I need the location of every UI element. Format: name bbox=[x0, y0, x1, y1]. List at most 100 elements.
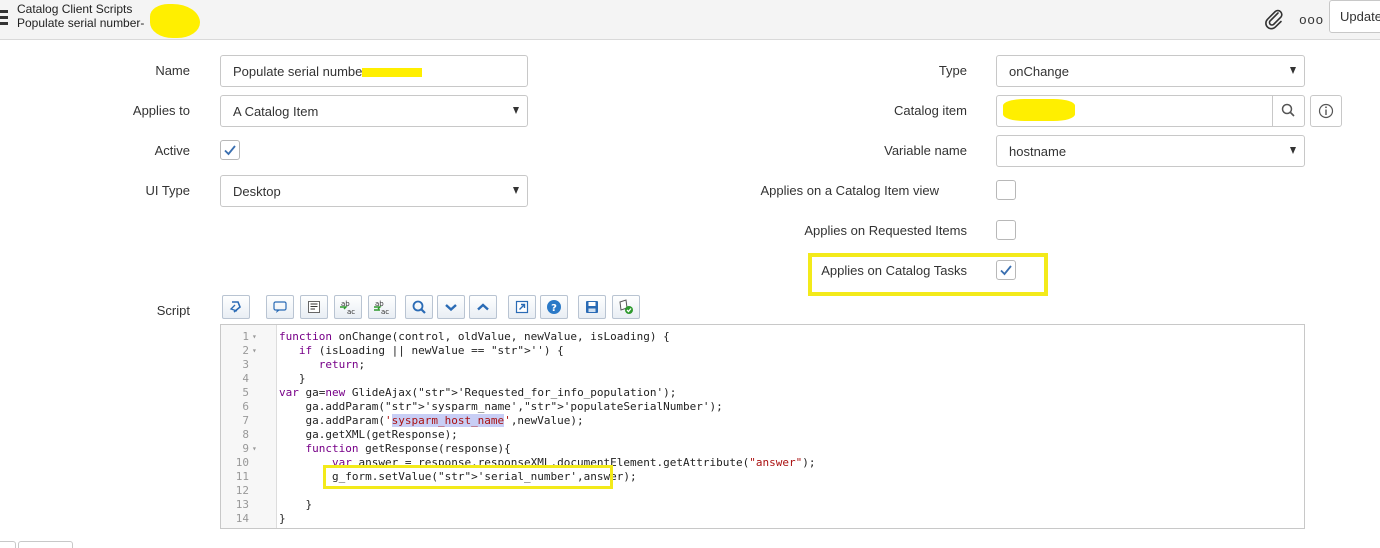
bottom-button-left[interactable] bbox=[0, 541, 16, 548]
toolbar-replace-button[interactable]: ab ac bbox=[334, 295, 362, 319]
variable-name-select[interactable]: hostname bbox=[996, 135, 1305, 167]
code-line: 5 var ga=new GlideAjax("str">'Requested_f… bbox=[221, 386, 1304, 400]
line-number: 11 bbox=[235, 470, 249, 483]
search-icon bbox=[412, 300, 426, 314]
code-text: var ga=new GlideAjax("str">'Requested_fo… bbox=[279, 386, 677, 399]
toolbar-save-button[interactable] bbox=[578, 295, 606, 319]
line-number: 10 bbox=[235, 456, 249, 469]
ui-type-label: UI Type bbox=[145, 183, 190, 198]
attachment-icon[interactable] bbox=[1263, 8, 1285, 30]
menu-icon[interactable] bbox=[0, 8, 10, 30]
fold-arrow-icon[interactable]: ▾ bbox=[252, 344, 257, 358]
code-line: 2 ▾ if (isLoading || newValue == "str">''… bbox=[221, 344, 1304, 358]
code-line: 8 ga.getXML(getResponse); bbox=[221, 428, 1304, 442]
type-value: onChange bbox=[1009, 63, 1069, 79]
caret-down-icon bbox=[513, 107, 519, 114]
code-line: 13 } bbox=[221, 498, 1304, 512]
toolbar-search-button[interactable] bbox=[405, 295, 433, 319]
code-line: 3 return; bbox=[221, 358, 1304, 372]
line-number: 12 bbox=[235, 484, 249, 497]
redaction-mark bbox=[362, 68, 422, 77]
redaction-mark bbox=[150, 4, 200, 38]
toolbar-format-button[interactable] bbox=[222, 295, 250, 319]
variable-name-value: hostname bbox=[1009, 143, 1067, 159]
header-icons: ooo bbox=[1263, 5, 1324, 33]
ui-type-select[interactable]: Desktop bbox=[220, 175, 528, 207]
chevron-down-icon bbox=[445, 304, 457, 312]
more-options-icon[interactable]: ooo bbox=[1299, 12, 1324, 27]
line-number: 14 bbox=[235, 512, 249, 525]
line-number: 4 bbox=[242, 372, 249, 385]
code-line: 1 ▾ function onChange(control, oldValue, n… bbox=[221, 330, 1304, 344]
type-select[interactable]: onChange bbox=[996, 55, 1305, 87]
toolbar-fold-button[interactable] bbox=[437, 295, 465, 319]
line-number: 9 bbox=[242, 442, 249, 455]
fold-arrow-icon[interactable]: ▾ bbox=[252, 330, 257, 344]
catalog-item-label: Catalog item bbox=[894, 103, 967, 118]
active-label: Active bbox=[154, 143, 190, 158]
applies-requested-items-checkbox[interactable] bbox=[996, 220, 1016, 240]
search-icon bbox=[1281, 103, 1295, 117]
line-number: 3 bbox=[242, 358, 249, 371]
applies-to-select[interactable]: A Catalog Item bbox=[220, 95, 528, 127]
toolbar-format-code-button[interactable] bbox=[300, 295, 328, 319]
script-label: Script bbox=[156, 303, 190, 318]
line-number: 8 bbox=[242, 428, 249, 441]
applies-catalog-item-view-checkbox[interactable] bbox=[996, 180, 1016, 200]
applies-requested-items-label: Applies on Requested Items bbox=[804, 223, 967, 238]
code-text: function onChange(control, oldValue, new… bbox=[279, 330, 670, 343]
replace-icon: abac bbox=[340, 300, 355, 316]
line-number: 5 bbox=[242, 386, 249, 399]
fold-arrow-icon[interactable]: ▾ bbox=[252, 442, 257, 456]
format-icon bbox=[229, 301, 241, 313]
name-label: Name bbox=[155, 63, 190, 78]
catalog-item-search-button[interactable] bbox=[1272, 95, 1305, 127]
line-number: 1 bbox=[242, 330, 249, 343]
highlight-box-setvalue bbox=[323, 465, 613, 489]
applies-catalog-tasks-checkbox[interactable] bbox=[996, 260, 1016, 280]
code-line: 9 ▾ function getResponse(response){ bbox=[221, 442, 1304, 456]
applies-catalog-item-view-label: Applies on a Catalog Item view bbox=[760, 183, 939, 198]
header-subtitle: Populate serial number- bbox=[17, 16, 145, 30]
svg-text:?: ? bbox=[551, 303, 557, 314]
name-value: Populate serial numbe bbox=[233, 63, 363, 79]
toolbar-replace-all-button[interactable]: ab ac bbox=[368, 295, 396, 319]
toolbar-unfold-button[interactable] bbox=[469, 295, 497, 319]
line-number: 13 bbox=[235, 498, 249, 511]
line-number: 6 bbox=[242, 400, 249, 413]
svg-text:ac: ac bbox=[381, 308, 389, 316]
toolbar-fullscreen-button[interactable] bbox=[508, 295, 536, 319]
catalog-item-info-button[interactable] bbox=[1310, 95, 1342, 127]
code-text: if (isLoading || newValue == "str">'') { bbox=[298, 344, 564, 357]
header-title-block: Catalog Client Scripts Populate serial n… bbox=[17, 2, 144, 30]
ui-type-value: Desktop bbox=[233, 183, 281, 199]
help-icon: ? bbox=[547, 300, 561, 314]
script-debug-icon bbox=[619, 299, 633, 314]
redaction-mark bbox=[1003, 99, 1075, 121]
applies-to-value: A Catalog Item bbox=[233, 103, 319, 119]
save-icon bbox=[586, 301, 598, 313]
format-code-icon bbox=[308, 301, 320, 313]
update-button[interactable]: Update bbox=[1329, 0, 1380, 33]
toolbar-script-debug-button[interactable] bbox=[612, 295, 640, 319]
variable-name-label: Variable name bbox=[884, 143, 967, 158]
toolbar-comment-button[interactable] bbox=[266, 295, 294, 319]
code-text: ga.addParam("str">'sysparm_name',"str">'… bbox=[279, 400, 723, 413]
code-text: } bbox=[279, 512, 286, 525]
script-editor[interactable]: 1 ▾ function onChange(control, oldValue, n… bbox=[220, 324, 1305, 529]
checkmark-icon bbox=[1000, 265, 1012, 276]
line-number: 7 bbox=[242, 414, 249, 427]
bottom-button[interactable] bbox=[18, 541, 73, 548]
caret-down-icon bbox=[1290, 147, 1296, 154]
code-line: 4 } bbox=[221, 372, 1304, 386]
svg-text:ac: ac bbox=[347, 308, 355, 316]
caret-down-icon bbox=[1290, 67, 1296, 74]
code-line: 7 ga.addParam('sysparm_host_name',newVal… bbox=[221, 414, 1304, 428]
active-checkbox[interactable] bbox=[220, 140, 240, 160]
code-text: } bbox=[279, 372, 306, 385]
toolbar-help-button[interactable]: ? bbox=[540, 295, 568, 319]
code-text: function getResponse(response){ bbox=[305, 442, 511, 455]
code-text: ga.getXML(getResponse); bbox=[279, 428, 458, 441]
applies-catalog-tasks-label: Applies on Catalog Tasks bbox=[821, 263, 967, 278]
type-label: Type bbox=[938, 63, 967, 78]
